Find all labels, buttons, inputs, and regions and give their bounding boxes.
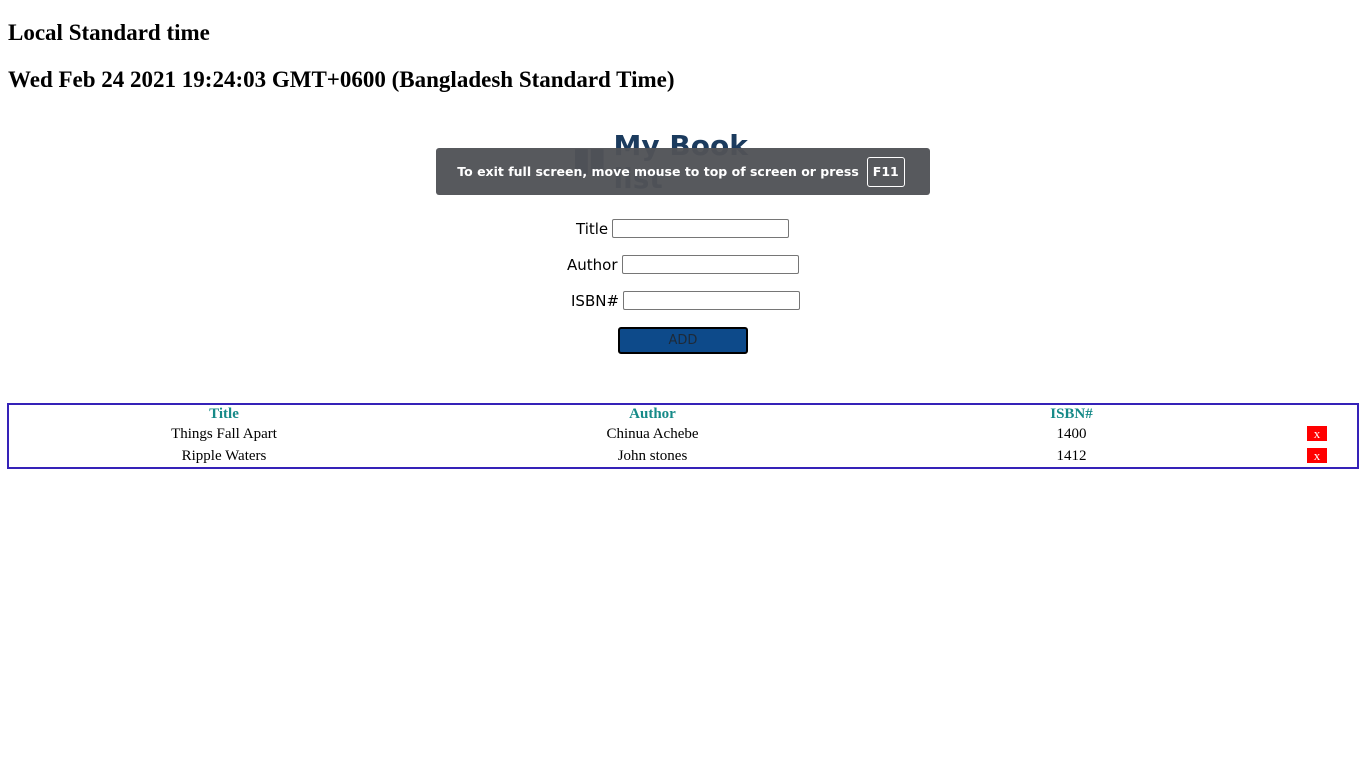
table-row: Things Fall Apart Chinua Achebe 1400 x [9,423,1357,445]
delete-button[interactable]: x [1307,447,1327,463]
delete-cell: x [1277,423,1357,445]
delete-cell: x [1277,445,1357,467]
add-button[interactable]: ADD [618,327,748,354]
isbn-field-row: ISBN# [571,291,801,310]
fullscreen-notice-text: To exit full screen, move mouse to top o… [457,164,859,179]
fullscreen-key-badge: F11 [866,156,905,187]
current-datetime: Wed Feb 24 2021 19:24:03 GMT+0600 (Bangl… [8,67,675,92]
book-author-cell: Chinua Achebe [606,425,699,442]
author-input[interactable] [621,255,799,274]
table-header-row: Title Author ISBN# [9,405,1357,423]
isbn-input[interactable] [623,291,801,310]
book-title-cell: Ripple Waters [181,447,267,464]
fullscreen-notice: To exit full screen, move mouse to top o… [436,148,930,195]
book-title-cell: Things Fall Apart [171,425,277,442]
title-field-row: Title [576,219,790,238]
column-header-delete [1277,405,1357,423]
author-label: Author [567,255,618,274]
title-label: Title [576,219,609,238]
book-author-cell: John stones [617,447,688,464]
title-input[interactable] [612,219,790,238]
isbn-label: ISBN# [571,291,620,310]
column-header-title: Title [209,405,239,422]
delete-button[interactable]: x [1307,425,1327,441]
column-header-author: Author [629,405,676,422]
book-isbn-cell: 1400 [1056,425,1087,442]
clock-heading: Local Standard time [8,20,210,45]
column-header-isbn: ISBN# [1050,405,1093,422]
book-isbn-cell: 1412 [1056,447,1087,464]
table-row: Ripple Waters John stones 1412 x [9,445,1357,467]
page: Local Standard time Wed Feb 24 2021 19:2… [0,0,1366,768]
book-list-table: Title Author ISBN# Things Fall Apart Chi… [7,403,1359,469]
author-field-row: Author [567,255,799,274]
